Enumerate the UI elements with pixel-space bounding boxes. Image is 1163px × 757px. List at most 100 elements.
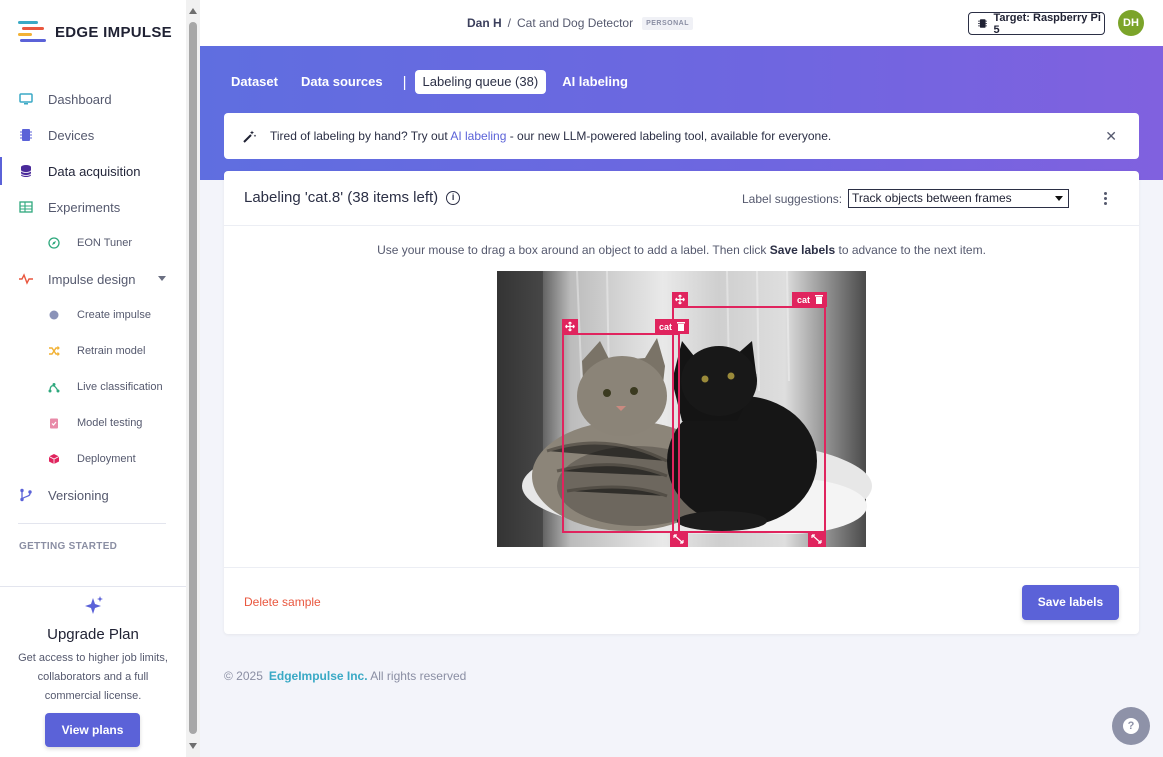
- save-labels-button[interactable]: Save labels: [1022, 585, 1119, 620]
- sidebar-item-label: Experiments: [48, 199, 121, 215]
- banner-text-before: Tired of labeling by hand? Try out: [270, 129, 451, 143]
- box-label-text: cat: [797, 295, 810, 305]
- target-device-button[interactable]: Target: Raspberry Pi 5: [968, 11, 1105, 36]
- tab-ai-labeling[interactable]: AI labeling: [555, 70, 635, 94]
- dot-icon: [48, 309, 60, 321]
- sidebar-item-label: Devices: [48, 127, 95, 143]
- chevron-down-icon: [1055, 196, 1063, 201]
- sidebar-nav: Dashboard Devices Data acquisition Exper…: [0, 81, 186, 513]
- project-badge: PERSONAL: [642, 16, 693, 30]
- sidebar-item-label: Deployment: [77, 453, 136, 465]
- page-footer: © 2025 EdgeImpulse Inc. All rights reserv…: [224, 669, 466, 683]
- labeling-card: Labeling 'cat.8' (38 items left) i Label…: [224, 171, 1139, 634]
- shuffle-icon: [48, 345, 60, 357]
- help-button[interactable]: ?: [1112, 707, 1150, 745]
- view-plans-button[interactable]: View plans: [45, 713, 140, 747]
- breadcrumb-user[interactable]: Dan H: [467, 16, 502, 30]
- clipboard-check-icon: [48, 417, 60, 429]
- label-suggestions-value: Track objects between frames: [852, 191, 1012, 205]
- logo[interactable]: EDGE IMPULSE: [18, 21, 172, 43]
- trash-icon[interactable]: [677, 322, 685, 331]
- monitor-icon: [19, 92, 33, 106]
- footer-company-link[interactable]: EdgeImpulse Inc.: [269, 669, 368, 683]
- sidebar-item-label: Retrain model: [77, 345, 146, 357]
- sidebar-item-model-testing[interactable]: Model testing: [0, 405, 186, 441]
- instruction-text-before: Use your mouse to drag a box around an o…: [377, 243, 770, 257]
- magic-wand-icon: [243, 130, 256, 143]
- breadcrumb-project[interactable]: Cat and Dog Detector: [517, 16, 633, 30]
- sidebar-item-dashboard[interactable]: Dashboard: [0, 81, 186, 117]
- sidebar-item-deployment[interactable]: Deployment: [0, 441, 186, 477]
- sidebar-scrollbar[interactable]: [186, 0, 200, 757]
- ai-labeling-link[interactable]: AI labeling: [450, 129, 506, 143]
- sidebar-item-live-classification[interactable]: Live classification: [0, 369, 186, 405]
- labeling-card-header: Labeling 'cat.8' (38 items left) i Label…: [224, 171, 1139, 226]
- labeling-title-text: Labeling 'cat.8' (38 items left): [244, 189, 439, 206]
- cat-photo: [497, 270, 872, 547]
- chevron-down-icon[interactable]: [158, 276, 166, 281]
- scroll-thumb[interactable]: [189, 22, 197, 734]
- edge-impulse-logo-icon: [18, 21, 46, 42]
- close-icon[interactable]: ✕: [1105, 128, 1117, 145]
- sidebar-item-versioning[interactable]: Versioning: [0, 477, 186, 513]
- tab-dataset[interactable]: Dataset: [224, 70, 285, 94]
- compass-icon: [48, 237, 60, 249]
- instruction-text-bold: Save labels: [769, 243, 836, 257]
- question-icon: ?: [1123, 718, 1139, 734]
- sidebar-item-impulse-design[interactable]: Impulse design: [0, 261, 186, 297]
- upgrade-plan-panel: Upgrade Plan Get access to higher job li…: [0, 586, 186, 757]
- box-label-text: cat: [659, 322, 672, 332]
- sidebar-item-create-impulse[interactable]: Create impulse: [0, 297, 186, 333]
- sidebar-item-experiments[interactable]: Experiments: [0, 189, 186, 225]
- header-band: Dataset Data sources | Labeling queue (3…: [200, 46, 1163, 180]
- footer-rights: All rights reserved: [367, 669, 467, 683]
- delete-sample-link[interactable]: Delete sample: [244, 595, 321, 609]
- sidebar-divider: [18, 523, 166, 524]
- sidebar-item-label: Data acquisition: [48, 163, 141, 179]
- sparkle-icon: [85, 596, 103, 614]
- tab-bar: Dataset Data sources | Labeling queue (3…: [224, 70, 644, 94]
- info-icon[interactable]: i: [446, 190, 461, 205]
- scroll-up-arrow-icon[interactable]: [189, 8, 197, 14]
- label-suggestions-select[interactable]: Track objects between frames: [848, 189, 1069, 208]
- trash-icon[interactable]: [815, 295, 823, 304]
- upgrade-title: Upgrade Plan: [47, 626, 139, 643]
- sidebar-item-devices[interactable]: Devices: [0, 117, 186, 153]
- breadcrumb: Dan H / Cat and Dog Detector PERSONAL: [467, 16, 693, 30]
- more-options-icon[interactable]: [1104, 192, 1107, 207]
- topbar: Dan H / Cat and Dog Detector PERSONAL Ta…: [200, 0, 1163, 46]
- breadcrumb-separator: /: [507, 16, 512, 30]
- chip-icon: [978, 19, 988, 28]
- labeling-instruction: Use your mouse to drag a box around an o…: [224, 243, 1139, 257]
- ai-labeling-banner: Tired of labeling by hand? Try out AI la…: [224, 113, 1139, 159]
- chip-icon: [19, 128, 33, 142]
- logo-text: EDGE IMPULSE: [55, 23, 172, 41]
- sidebar-item-eon-tuner[interactable]: EON Tuner: [0, 225, 186, 261]
- cube-icon: [48, 453, 60, 465]
- sidebar-item-label: Model testing: [77, 417, 143, 429]
- sidebar-item-retrain-model[interactable]: Retrain model: [0, 333, 186, 369]
- sidebar-item-label: Versioning: [48, 487, 109, 503]
- tab-labeling-queue[interactable]: Labeling queue (38): [414, 70, 547, 94]
- banner-text: Tired of labeling by hand? Try out AI la…: [270, 129, 831, 143]
- sidebar-item-label: Dashboard: [48, 91, 112, 107]
- avatar[interactable]: DH: [1118, 10, 1144, 36]
- banner-text-after: - our new LLM-powered labeling tool, ava…: [506, 129, 832, 143]
- labeling-image-canvas[interactable]: cat cat: [497, 270, 872, 547]
- tab-data-sources[interactable]: Data sources: [294, 70, 390, 94]
- nodes-icon: [48, 381, 60, 393]
- label-suggestions-label: Label suggestions:: [742, 192, 843, 206]
- table-icon: [19, 200, 33, 214]
- tab-separator: |: [402, 73, 407, 91]
- git-branch-icon: [19, 488, 33, 502]
- labeling-title: Labeling 'cat.8' (38 items left) i: [244, 189, 461, 206]
- target-label: Target: Raspberry Pi 5: [993, 11, 1101, 36]
- sidebar-item-label: Impulse design: [48, 271, 136, 287]
- labeling-card-footer: Delete sample Save labels: [224, 567, 1139, 634]
- sidebar: EDGE IMPULSE Dashboard Devices Data acqu…: [0, 0, 186, 757]
- sidebar-item-label: EON Tuner: [77, 237, 133, 249]
- getting-started-heading: GETTING STARTED: [19, 541, 118, 552]
- pulse-icon: [19, 272, 33, 286]
- scroll-down-arrow-icon[interactable]: [189, 743, 197, 749]
- sidebar-item-data-acquisition[interactable]: Data acquisition: [0, 153, 186, 189]
